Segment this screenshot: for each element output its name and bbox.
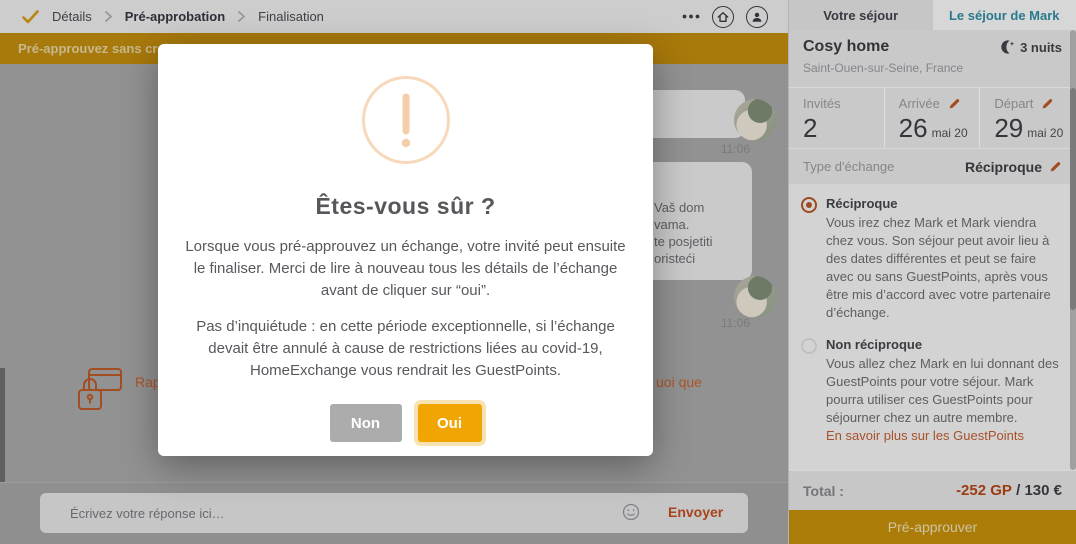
modal-paragraph: Lorsque vous pré-approuvez un échange, v…: [185, 238, 626, 299]
departure-column: Départ 29 mai 20: [980, 88, 1076, 148]
avatar[interactable]: [734, 276, 776, 318]
exchange-type-row: Type d'échange Réciproque: [789, 149, 1076, 184]
option-title: Réciproque: [826, 196, 898, 211]
homeexchange-app: Détails Pré-approbation Finalisation Pré…: [0, 0, 1076, 544]
chevron-right-icon: [104, 11, 112, 22]
reply-input[interactable]: [40, 493, 748, 533]
option-description: Vous allez chez Mark en lui donnant des …: [826, 356, 1059, 425]
edit-exchange-type-pencil-icon[interactable]: [1049, 160, 1062, 173]
breadcrumb-step-details[interactable]: Détails: [52, 9, 92, 24]
nights-label: 3 nuits: [1020, 39, 1062, 55]
guests-value: 2: [803, 113, 818, 143]
arrival-column: Arrivée 26 mai 20: [885, 88, 981, 148]
home-icon[interactable]: [712, 5, 734, 28]
reply-composer: Envoyer: [0, 482, 788, 544]
message-text-fragment: oristeći: [654, 251, 696, 266]
sidebar-scrollbar-thumb[interactable]: [1070, 88, 1076, 310]
departure-label: Départ: [994, 96, 1034, 111]
home-summary: Cosy home 3 nuits Saint-Ouen-sur-Seine, …: [789, 30, 1076, 88]
emoji-icon[interactable]: [622, 503, 640, 521]
option-non-reciprocal[interactable]: Non réciproque Vous allez chez Mark en l…: [801, 337, 1064, 445]
more-options-icon[interactable]: [682, 14, 700, 19]
breadcrumb-step-preapproval[interactable]: Pré-approbation: [125, 9, 225, 24]
preapprove-button[interactable]: Pré-approuver: [789, 510, 1076, 544]
guests-label: Invités: [803, 96, 841, 111]
check-icon: [22, 9, 39, 24]
breadcrumb: Détails Pré-approbation Finalisation: [0, 0, 788, 33]
message-timestamp: 11:06: [720, 316, 750, 330]
nights-badge: 3 nuits: [999, 39, 1062, 55]
guests-column: Invités 2: [789, 88, 885, 148]
exchange-type-label: Type d'échange: [803, 159, 895, 174]
home-title: Cosy home: [803, 38, 890, 55]
modal-yes-button[interactable]: Oui: [417, 404, 482, 442]
arrival-label: Arrivée: [898, 96, 940, 111]
edit-departure-pencil-icon[interactable]: [1041, 97, 1054, 110]
tab-marks-stay[interactable]: Le séjour de Mark: [932, 0, 1076, 30]
modal-no-button[interactable]: Non: [329, 404, 402, 442]
stay-details-row: Invités 2 Arrivée 26 mai 20 Départ 29 ma…: [789, 88, 1076, 149]
option-description: Vous irez chez Mark et Mark viendra chez…: [826, 215, 1051, 320]
exchange-options: Réciproque Vous irez chez Mark et Mark v…: [789, 184, 1076, 470]
payment-warning-fragment: uoi que: [656, 374, 702, 390]
edit-arrival-pencil-icon[interactable]: [948, 97, 961, 110]
modal-paragraph: Pas d’inquiétude : en cette période exce…: [196, 318, 615, 379]
total-separator: /: [1011, 482, 1025, 499]
exclamation-warning-icon: [360, 74, 452, 166]
message-timestamp: 11:06: [720, 142, 750, 156]
tab-your-stay[interactable]: Votre séjour: [789, 0, 933, 30]
departure-month: mai 20: [1027, 126, 1064, 140]
avatar[interactable]: [734, 99, 776, 141]
moon-icon: [999, 39, 1015, 55]
total-euros: 130 €: [1024, 482, 1062, 499]
home-location: Saint-Ouen-sur-Seine, France: [803, 61, 964, 75]
sidebar-scrollbar-track[interactable]: [1070, 30, 1076, 470]
message-text-fragment: vama.: [654, 217, 690, 232]
user-profile-icon[interactable]: [746, 5, 768, 28]
radio-selected-icon[interactable]: [801, 197, 817, 213]
arrival-day: 26: [898, 113, 928, 143]
total-guestpoints: -252 GP: [956, 482, 1012, 499]
radio-unselected-icon[interactable]: [801, 338, 817, 354]
trip-sidebar: Votre séjour Le séjour de Mark Cosy home…: [788, 0, 1076, 544]
confirmation-modal: Êtes-vous sûr ? Lorsque vous pré-approuv…: [158, 44, 653, 456]
option-title: Non réciproque: [826, 337, 923, 352]
guestpoints-learn-more-link[interactable]: En savoir plus sur les GuestPoints: [826, 427, 1024, 445]
message-text-fragment: Vaš dom: [654, 200, 705, 215]
chevron-right-icon: [238, 11, 246, 22]
banner-text: Pré-approuvez sans crain: [18, 41, 177, 56]
arrival-month: mai 20: [931, 126, 968, 140]
message-text-fragment: te posjetiti: [654, 234, 713, 249]
send-button[interactable]: Envoyer: [668, 504, 723, 520]
payment-warning-fragment: Rap: [135, 374, 161, 390]
total-row: Total : -252 GP / 130 €: [789, 470, 1076, 510]
modal-title: Êtes-vous sûr ?: [315, 193, 496, 219]
lock-credit-card-icon: [74, 366, 124, 417]
total-label: Total :: [803, 482, 844, 499]
sidebar-tabs: Votre séjour Le séjour de Mark: [789, 0, 1076, 30]
breadcrumb-step-finalization[interactable]: Finalisation: [258, 9, 324, 24]
option-reciprocal[interactable]: Réciproque Vous irez chez Mark et Mark v…: [801, 196, 1064, 322]
exchange-type-value: Réciproque: [964, 158, 1042, 175]
departure-day: 29: [994, 113, 1024, 143]
